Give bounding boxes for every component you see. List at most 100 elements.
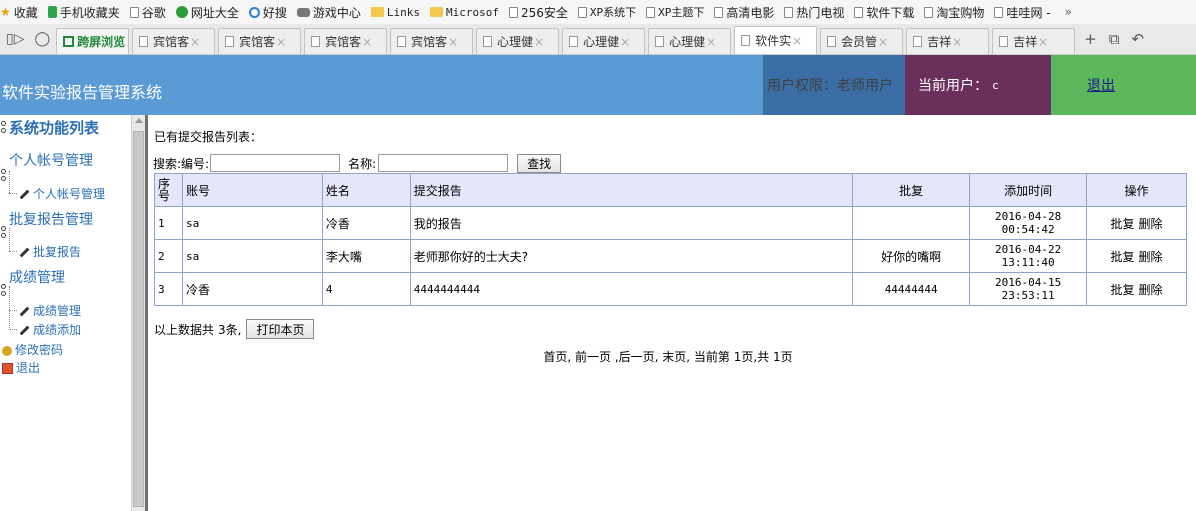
tab-label: 会员管: [841, 35, 878, 49]
time-text: 13:11:40: [1001, 256, 1055, 269]
scroll-thumb[interactable]: [133, 131, 144, 507]
table-row: 3 冷香 4 4444444444 44444444 2016-04-15 23:53:11…: [154, 272, 1187, 306]
sidebar-item-change-password[interactable]: 修改密码: [2, 341, 63, 358]
reports-table: 序号 账号 姓名 提交报告 批复 添加时间 操作 1 sa 冷香 我的报告 2016-0…: [154, 173, 1187, 306]
close-icon[interactable]: ×: [620, 35, 630, 49]
print-page-button[interactable]: 打印本页: [246, 319, 315, 339]
browser-tab[interactable]: 心理健 ×: [476, 28, 560, 54]
tab-label: 心理健: [497, 35, 534, 49]
bookmark-item[interactable]: 游戏中心: [296, 4, 361, 21]
list-title: 已有提交报告列表：: [154, 130, 263, 144]
browser-tab[interactable]: 吉祥 ×: [992, 28, 1076, 54]
close-icon[interactable]: ×: [1038, 35, 1048, 49]
close-icon[interactable]: ×: [792, 34, 802, 48]
browser-tab[interactable]: 宾馆客 ×: [218, 28, 302, 54]
bookmark-item[interactable]: XP系统下: [577, 4, 636, 20]
close-icon[interactable]: ×: [878, 35, 888, 49]
search-button[interactable]: 查找: [517, 153, 562, 173]
logout-link[interactable]: 退出: [1051, 55, 1196, 115]
page-icon: [508, 6, 518, 18]
sidebar-item-label: 成绩添加: [33, 323, 82, 337]
bookmark-item[interactable]: Microsof: [429, 6, 499, 19]
bookmarks-more-button[interactable]: »: [1065, 5, 1072, 19]
close-icon[interactable]: ×: [706, 35, 716, 49]
sidebar: 系统功能列表 个人帐号管理 个人帐号管理 批复报告管理 批复报告 成绩管理 成绩…: [0, 115, 131, 511]
pencil-icon: [19, 306, 30, 317]
sidebar-scrollbar[interactable]: [131, 115, 145, 511]
bookmark-label: 收藏: [13, 5, 38, 20]
bookmark-item[interactable]: 手机收藏夹: [47, 4, 120, 21]
reply-link[interactable]: 批复: [1111, 250, 1135, 264]
sidebar-item-exit[interactable]: 退出: [2, 359, 40, 376]
bookmark-item[interactable]: 淘宝购物: [924, 4, 984, 21]
search-icon: [248, 6, 260, 18]
bookmark-item[interactable]: 软件下载: [854, 4, 914, 21]
date-text: 2016-04-22: [994, 243, 1062, 256]
bookmark-item[interactable]: 好搜: [248, 4, 287, 21]
search-name-input[interactable]: [378, 154, 509, 172]
new-tab-button[interactable]: +: [1084, 30, 1097, 48]
close-icon[interactable]: ×: [190, 35, 200, 49]
bookmark-item[interactable]: 谷歌: [129, 4, 166, 21]
sidebar-item-reply-report[interactable]: 批复报告: [19, 243, 81, 260]
close-icon[interactable]: ×: [362, 35, 372, 49]
game-icon: [296, 7, 310, 17]
close-icon[interactable]: ×: [952, 35, 962, 49]
cell-time: 2016-04-28 00:54:42: [969, 206, 1088, 240]
tab-label: 心理健: [583, 35, 620, 49]
bookmark-item[interactable]: 哇哇网 -: [994, 4, 1051, 21]
bookmark-item[interactable]: ★ 收藏: [0, 4, 38, 21]
bookmark-item[interactable]: XP主题下: [646, 4, 704, 20]
delete-link[interactable]: 删除: [1139, 250, 1163, 264]
sidebar-item-grade-manage[interactable]: 成绩管理: [19, 302, 81, 319]
cloud-icon[interactable]: ◯: [34, 31, 50, 47]
sidebar-group-grades[interactable]: 成绩管理: [9, 267, 65, 287]
app-title: 软件实验报告管理系统: [2, 83, 163, 102]
bookmark-label: 哇哇网 -: [1006, 5, 1051, 20]
browser-tab[interactable]: 软件实 ×: [734, 26, 818, 54]
sidebar-group-account[interactable]: 个人帐号管理: [9, 150, 93, 170]
close-icon[interactable]: ×: [448, 35, 458, 49]
reply-link[interactable]: 批复: [1111, 283, 1135, 297]
tree-line: [9, 251, 17, 252]
app-header: 软件实验报告管理系统 用户权限：老师用户 当前用户： c 退出: [0, 55, 1196, 115]
sidebar-group-reports[interactable]: 批复报告管理: [9, 209, 93, 229]
close-icon[interactable]: ×: [276, 35, 286, 49]
reply-link[interactable]: 批复: [1111, 217, 1135, 231]
globe-icon: [175, 6, 188, 18]
browser-tab[interactable]: 心理健 ×: [562, 28, 646, 54]
sidebar-item-grade-add[interactable]: 成绩添加: [19, 321, 81, 338]
browser-tab[interactable]: 吉祥 ×: [906, 28, 990, 54]
bookmark-item[interactable]: 高清电影: [714, 4, 774, 21]
delete-link[interactable]: 删除: [1139, 283, 1163, 297]
key-icon: [2, 345, 12, 356]
bookmark-item[interactable]: 热门电视: [784, 4, 844, 21]
scroll-up-icon[interactable]: [135, 118, 143, 123]
sidebar-item-account[interactable]: 个人帐号管理: [19, 185, 105, 202]
undo-close-icon[interactable]: ↶: [1131, 30, 1144, 48]
browser-tab[interactable]: 宾馆客 ×: [304, 28, 388, 54]
page-icon: [854, 6, 864, 18]
exit-icon: [2, 363, 13, 374]
tab-cross-screen[interactable]: 跨屏浏览: [56, 28, 130, 54]
bookmark-item[interactable]: 网址大全: [175, 4, 239, 21]
delete-link[interactable]: 删除: [1139, 217, 1163, 231]
browser-tab[interactable]: 宾馆客 ×: [132, 28, 216, 54]
sidebar-item-label: 成绩管理: [33, 304, 82, 318]
restore-icon[interactable]: ⧉: [1109, 30, 1120, 48]
tree-node-icon: [1, 226, 6, 231]
bookmark-item[interactable]: 256安全: [508, 4, 568, 21]
tab-tools: + ⧉ ↶: [1078, 24, 1144, 54]
close-icon[interactable]: ×: [534, 35, 544, 49]
sidebar-toggle-icon[interactable]: ▯▷: [6, 31, 24, 47]
bookmark-label: 256安全: [520, 5, 568, 20]
browser-tab[interactable]: 会员管 ×: [820, 28, 904, 54]
bookmark-item[interactable]: Links: [370, 6, 420, 19]
cell-no: 2: [154, 239, 183, 273]
cell-reply: [852, 206, 971, 240]
tree-node-icon: [1, 128, 6, 133]
search-id-input[interactable]: [210, 154, 341, 172]
tree-line: [9, 310, 17, 311]
browser-tab[interactable]: 心理健 ×: [648, 28, 732, 54]
browser-tab[interactable]: 宾馆客 ×: [390, 28, 474, 54]
